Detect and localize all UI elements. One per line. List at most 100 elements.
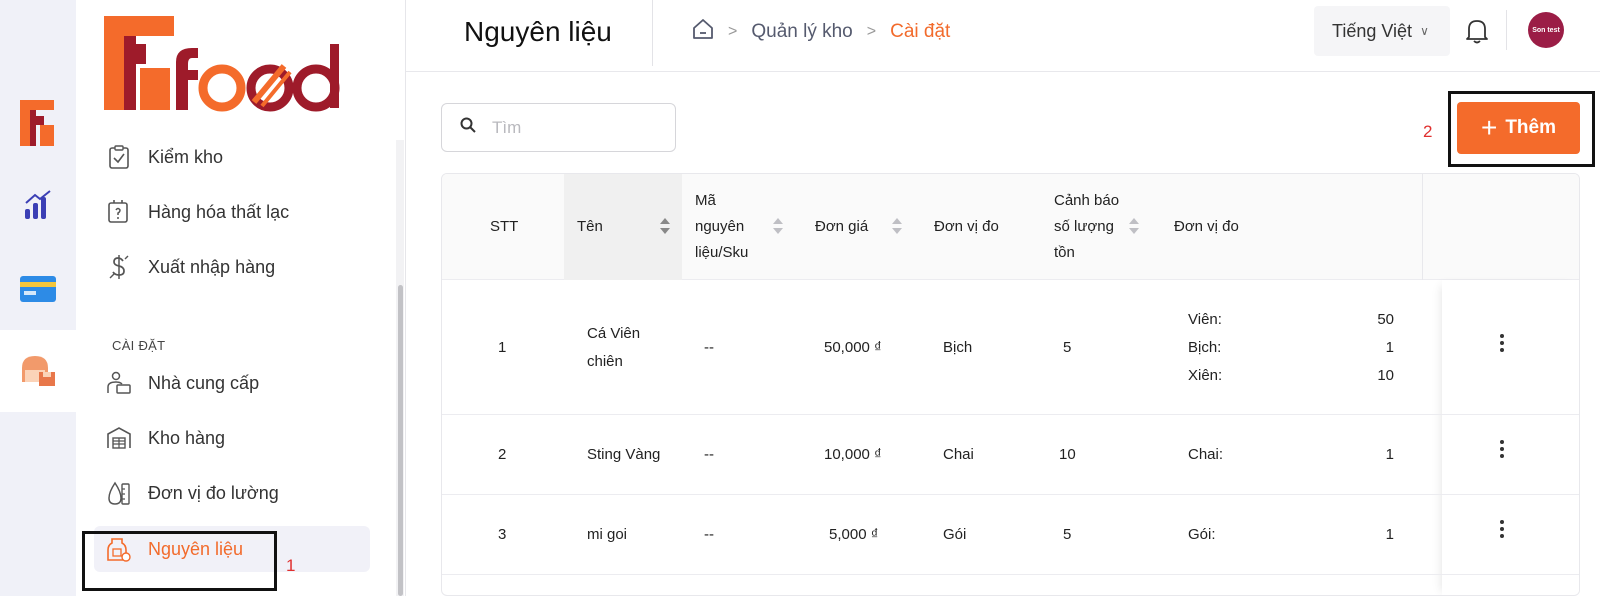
home-icon[interactable] [692,18,714,46]
rail-ffood-app[interactable] [0,82,76,164]
sidebar-item-xuat-nhap-hang[interactable]: Xuất nhập hàng [94,244,370,290]
sidebar: Kiểm kho Hàng hóa thất lạc Xuất nhập hàn… [76,0,406,596]
table-row[interactable]: 2 Sting Vàng -- 10,000 ₫ Chai 10 Chai: 1 [442,415,1442,495]
rail-payments[interactable] [0,248,76,330]
header-divider [1506,10,1507,50]
avatar[interactable]: Son test [1528,12,1564,48]
cell-ma: -- [704,338,714,356]
app-rail [0,0,76,596]
rail-analytics[interactable] [0,164,76,246]
cell-don-vi: Bịch [943,338,973,356]
cell-ten: mi goi [587,526,628,543]
ffood-app-icon [20,100,54,146]
unit-line: Xiên: 10 [1188,362,1394,390]
column-label: Tên [577,218,603,235]
unit-line: Chai: 1 [1188,441,1394,469]
sort-icon[interactable] [773,218,783,236]
card-icon [20,276,56,302]
sidebar-item-label: Kho hàng [148,427,226,448]
sort-icon[interactable] [660,218,670,236]
lost-goods-icon [106,199,132,225]
unit-line: Bịch: 1 [1188,334,1394,362]
row-divider [1442,574,1579,575]
search-input[interactable] [492,117,662,138]
table-header: STT Tên Mã nguyên liệu/Sku Đơn giá Đơn v… [442,174,1579,280]
sort-icon[interactable] [1129,218,1139,236]
cell-stt: 1 [498,338,507,356]
cell-unit-conversions: Gói: 1 [1188,521,1394,549]
sidebar-item-don-vi-do-luong[interactable]: Đơn vị đo lường [94,470,370,516]
more-options-icon[interactable] [1499,334,1505,352]
sidebar-item-kiem-kho[interactable]: Kiểm kho [94,134,370,180]
sidebar-item-label: Nhà cung cấp [148,372,260,393]
header-divider [652,0,653,66]
cell-don-gia: 5,000 ₫ [829,526,879,543]
breadcrumb-quan-ly-kho[interactable]: Quản lý kho [751,21,852,43]
table-row[interactable]: 1 Cá Viên chiên -- 50,000 ₫ Bịch 5 Viên:… [442,280,1442,415]
rail-inventory[interactable] [0,330,76,412]
bell-icon[interactable] [1460,14,1494,48]
unit-qty: 50 [1377,311,1394,328]
column-divider [1422,174,1423,280]
action-column [1442,280,1579,595]
unit-qty: 1 [1385,446,1394,463]
column-label: liệu/Sku [695,244,749,261]
sidebar-item-hang-hoa-that-lac[interactable]: Hàng hóa thất lạc [94,189,370,235]
column-label: Đơn giá [815,218,869,235]
top-header: Nguyên liệu > Quản lý kho > Cài đặt Tiến… [406,0,1600,72]
column-header-stt: STT [490,174,570,280]
cell-canh-bao: 5 [1063,526,1072,543]
sidebar-item-label: Hàng hóa thất lạc [148,201,290,222]
column-label: Đơn vị đo [934,218,999,235]
breadcrumb: > Quản lý kho > Cài đặt [692,18,950,46]
language-select[interactable]: Tiếng Việt ∨ [1314,6,1450,56]
language-label: Tiếng Việt [1332,20,1413,41]
cell-stt: 2 [498,446,507,463]
ffood-logo[interactable] [104,16,340,117]
chevron-right-icon: > [728,23,738,40]
cell-text: Cá Viên [587,324,641,342]
chevron-right-icon: > [866,23,877,40]
unit-line: Gói: 1 [1188,521,1394,549]
column-header-don-vi-do-2: Đơn vị đo [1174,174,1294,280]
sidebar-item-label: Xuất nhập hàng [148,256,276,277]
more-options-icon[interactable] [1499,440,1505,458]
unit-qty: 10 [1377,367,1394,384]
sidebar-item-nha-cung-cap[interactable]: Nhà cung cấp [94,360,370,406]
sidebar-item-kho-hang[interactable]: Kho hàng [94,415,370,461]
row-divider [1442,414,1579,415]
sort-icon[interactable] [892,218,902,236]
unit-name: Viên: [1188,311,1222,328]
cell-text: chiên [587,352,623,370]
cell-unit-conversions: Viên: 50 Bịch: 1 Xiên: 10 [1188,306,1394,390]
breadcrumb-cai-dat[interactable]: Cài đặt [890,21,950,43]
inventory-icon [22,356,55,386]
table-row[interactable]: 3 mi goi -- 5,000 ₫ Gói 5 Gói: 1 [442,495,1442,575]
add-button-label: Thêm [1505,117,1557,138]
bar-chart-icon [25,190,51,219]
annotation-box-1 [82,531,277,591]
add-button[interactable]: + Thêm [1457,102,1580,154]
measure-unit-icon [106,480,132,506]
column-header-don-vi-do: Đơn vị đo [934,174,1044,280]
more-options-icon[interactable] [1499,520,1505,538]
section-label-cai-dat: CÀI ĐẶT [112,338,166,353]
search-box[interactable] [441,103,676,152]
column-label: nguyên [695,218,745,235]
sidebar-scrollbar-thumb[interactable] [398,285,403,596]
cell-don-vi: Chai [943,446,974,463]
unit-name: Chai: [1188,446,1224,463]
annotation-number-1: 1 [286,556,296,575]
column-label: Đơn vị đo [1174,218,1239,235]
column-header-canh-bao[interactable]: Cảnh báo số lượng tồn [1054,174,1154,280]
clipboard-check-icon [106,144,132,170]
cell-canh-bao: 10 [1059,446,1076,463]
column-label: tồn [1054,244,1075,261]
cell-ma: -- [704,446,714,463]
search-icon [460,117,476,138]
column-header-ten[interactable]: Tên [564,174,682,280]
cell-ma: -- [704,526,714,543]
unit-name: Bịch: [1188,339,1222,356]
plus-icon: + [1480,112,1498,143]
column-label: STT [490,218,519,235]
